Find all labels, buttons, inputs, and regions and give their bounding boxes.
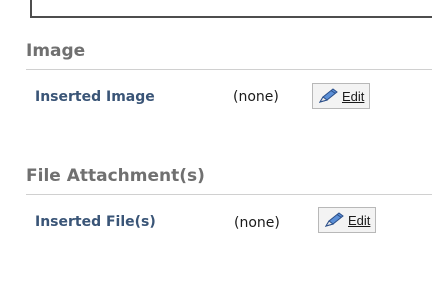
image-section-heading: Image [26,41,86,61]
edit-image-button[interactable]: Edit [312,83,371,109]
pencil-icon [323,211,345,229]
image-section-divider [26,69,432,70]
attachment-section-heading: File Attachment(s) [26,166,205,186]
inserted-image-label: Inserted Image [35,89,155,105]
preceding-field-box [30,0,432,18]
edit-files-label: Edit [348,212,371,228]
edit-files-button[interactable]: Edit [318,207,377,233]
edit-image-label: Edit [342,88,365,104]
attachment-section-divider [26,194,432,195]
inserted-image-value: (none) [233,89,279,105]
pencil-icon [317,87,339,105]
inserted-files-value: (none) [234,215,280,231]
inserted-files-label: Inserted File(s) [35,214,156,230]
